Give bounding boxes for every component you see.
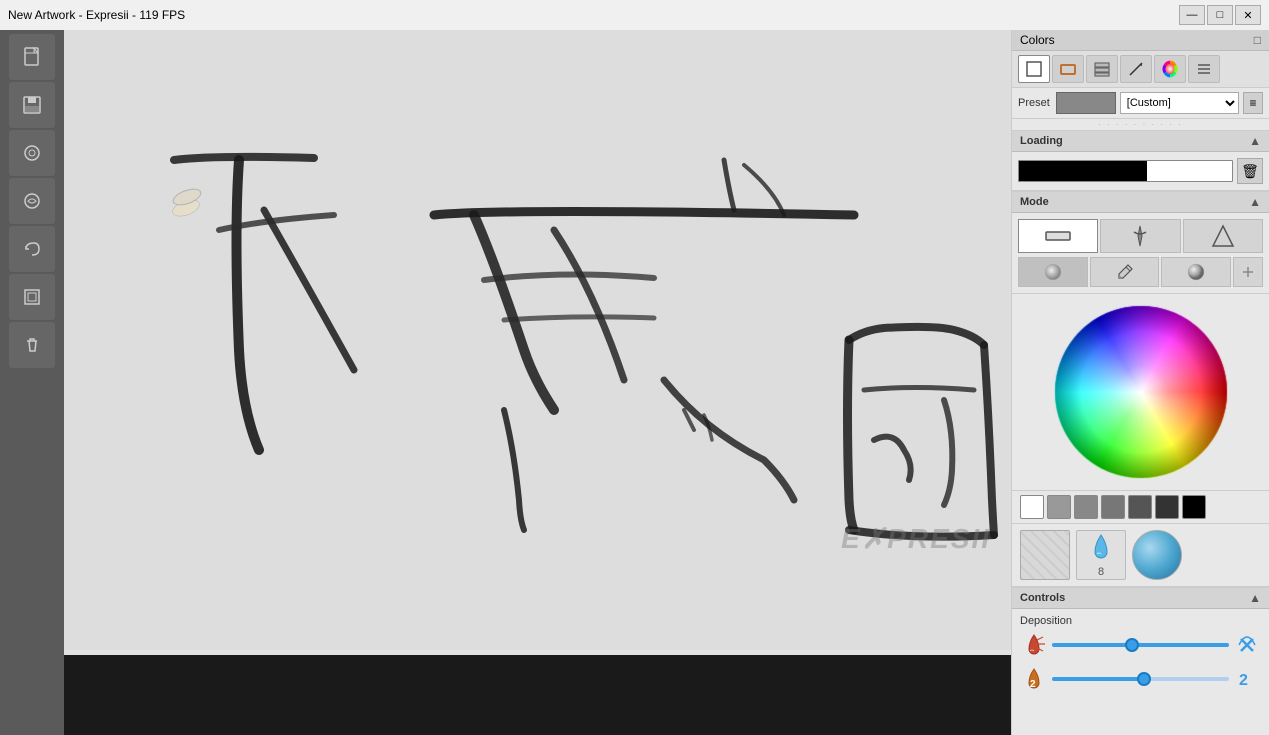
canvas-area[interactable]: E✗PRESII <box>64 30 1011 735</box>
swatch-gray2[interactable] <box>1074 495 1098 519</box>
right-panel: Colors □ <box>1011 30 1269 735</box>
color-wheel-panel-button[interactable] <box>1154 55 1186 83</box>
canvas-drawing <box>64 30 1011 650</box>
mode-collapse-arrow: ▲ <box>1249 195 1261 209</box>
svg-text:2: 2 <box>1030 679 1036 690</box>
close-button[interactable]: ✕ <box>1235 5 1261 25</box>
swatch-gray4[interactable] <box>1128 495 1152 519</box>
left-toolbar <box>0 30 64 735</box>
preset-select[interactable]: [Custom] <box>1120 92 1239 114</box>
mode-sub-row <box>1018 257 1263 287</box>
minimize-button[interactable]: — <box>1179 5 1205 25</box>
pen-panel-button[interactable] <box>1120 55 1152 83</box>
controls-collapse-arrow: ▲ <box>1249 591 1261 605</box>
controls-section: Deposition <box>1012 609 1269 705</box>
mode-flat-button[interactable] <box>1018 219 1098 253</box>
main-area: E✗PRESII Colors □ <box>0 30 1269 735</box>
controls-title: Controls <box>1020 592 1065 604</box>
mode-title: Mode <box>1020 196 1049 208</box>
swatch-gray1[interactable] <box>1047 495 1071 519</box>
deposition-label: Deposition <box>1020 615 1261 627</box>
water-drop-icon <box>1087 532 1115 564</box>
mode-calligraphy-button[interactable] <box>1100 219 1180 253</box>
swatch-white[interactable] <box>1020 495 1044 519</box>
mode-eyedropper-button[interactable] <box>1090 257 1160 287</box>
loading-collapse-arrow: ▲ <box>1249 134 1261 148</box>
canvas-content[interactable]: E✗PRESII <box>64 30 1011 655</box>
deposition-slider-2[interactable] <box>1052 677 1229 681</box>
swatch-gray3[interactable] <box>1101 495 1125 519</box>
color-wheel-section[interactable] <box>1012 294 1269 491</box>
mode-triangle-button[interactable] <box>1183 219 1263 253</box>
loading-section: 🗑 <box>1012 152 1269 191</box>
brush-square-panel-button[interactable] <box>1052 55 1084 83</box>
swatches-row <box>1012 491 1269 524</box>
edit-button[interactable] <box>9 178 55 224</box>
save-button[interactable] <box>9 82 55 128</box>
loading-section-header[interactable]: Loading ▲ <box>1012 130 1269 152</box>
preset-row: Preset [Custom] ≡ <box>1012 88 1269 119</box>
control2-icon-right: 2 <box>1233 665 1261 693</box>
tool-icons-row <box>1012 51 1269 88</box>
control-row-1 <box>1020 631 1261 659</box>
new-file-button[interactable] <box>9 34 55 80</box>
mode-extra-button[interactable] <box>1233 257 1263 287</box>
control-row-2: 2 2 <box>1020 665 1261 693</box>
controls-section-header[interactable]: Controls ▲ <box>1012 587 1269 609</box>
swatch-black[interactable] <box>1182 495 1206 519</box>
menu-panel-button[interactable] <box>1188 55 1220 83</box>
canvas-panel-button[interactable] <box>1018 55 1050 83</box>
water-drop-number: 8 <box>1098 566 1104 578</box>
brush-texture-thumb[interactable] <box>1020 530 1070 580</box>
colors-menu-button[interactable]: □ <box>1254 33 1261 47</box>
delete-button[interactable] <box>9 322 55 368</box>
mode-circle-button[interactable] <box>1018 257 1088 287</box>
window-controls: — □ ✕ <box>1179 5 1261 25</box>
colors-title: Colors <box>1020 33 1055 47</box>
mode-section <box>1012 213 1269 294</box>
svg-text:2: 2 <box>1239 672 1248 689</box>
deposition-icon-right <box>1233 631 1261 659</box>
loading-delete-button[interactable]: 🗑 <box>1237 158 1263 184</box>
window-title: New Artwork - Expresii - 119 FPS <box>8 8 185 22</box>
water-drop-button[interactable]: 8 <box>1076 530 1126 580</box>
color-wheel[interactable] <box>1051 302 1231 482</box>
colors-header: Colors □ <box>1012 30 1269 51</box>
layers-panel-button[interactable] <box>1086 55 1118 83</box>
control2-icon-left: 2 <box>1020 665 1048 693</box>
deposition-icon-left <box>1020 631 1048 659</box>
mode-section-header[interactable]: Mode ▲ <box>1012 191 1269 213</box>
loading-bar[interactable] <box>1018 160 1233 182</box>
maximize-button[interactable]: □ <box>1207 5 1233 25</box>
divider-dots: · · · · · · · · · · <box>1012 119 1269 130</box>
preset-menu-button[interactable]: ≡ <box>1243 92 1263 114</box>
preset-label: Preset <box>1018 97 1050 109</box>
mode-icons-row <box>1018 219 1263 253</box>
swatch-darkgray[interactable] <box>1155 495 1179 519</box>
title-bar: New Artwork - Expresii - 119 FPS — □ ✕ <box>0 0 1269 30</box>
deposition-slider-1[interactable] <box>1052 643 1229 647</box>
layer-button[interactable] <box>9 274 55 320</box>
undo-button[interactable] <box>9 226 55 272</box>
color-ball-button[interactable] <box>1132 530 1182 580</box>
watermark: E✗PRESII <box>841 522 991 555</box>
loading-title: Loading <box>1020 135 1063 147</box>
brush-tool-button[interactable] <box>9 130 55 176</box>
canvas-bottom-bar <box>64 655 1011 735</box>
mode-ball-button[interactable] <box>1161 257 1231 287</box>
brush-options-row: 8 <box>1012 524 1269 587</box>
